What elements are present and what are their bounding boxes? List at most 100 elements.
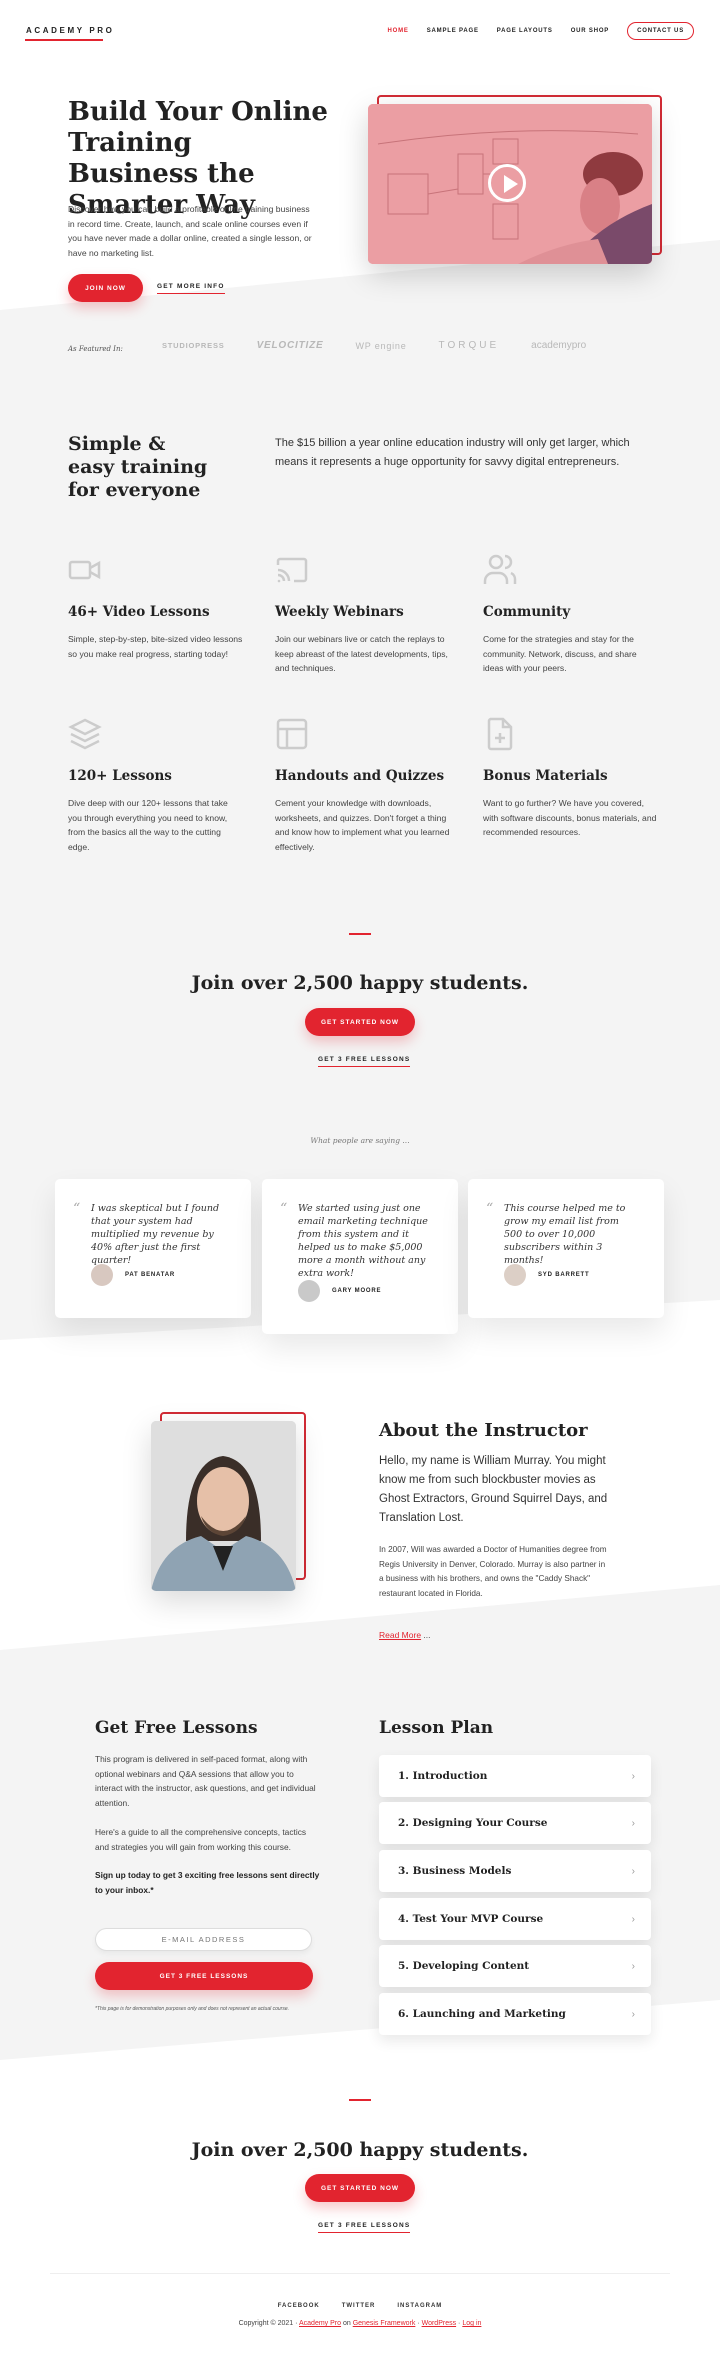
featured-label: As Featured In: [68,345,123,353]
disclaimer: *This page is for demonstration purposes… [95,2006,290,2012]
contact-us-button[interactable]: CONTACT US [627,22,694,40]
copyright-prefix: Copyright © 2021 · [238,2320,299,2327]
main-nav: HOME SAMPLE PAGE PAGE LAYOUTS OUR SHOP C… [388,22,694,40]
get-free-lessons-button[interactable]: GET 3 FREE LESSONS [95,1962,313,1990]
feature-title: 120+ Lessons [68,768,172,784]
lesson-label: 5. Developing Content [398,1960,530,1972]
site-logo[interactable]: ACADEMY PRO [26,26,114,35]
feature-text: Dive deep with our 120+ lessons that tak… [68,798,228,852]
testimonial-card: “ We started using just one email market… [262,1179,458,1334]
instagram-link[interactable]: INSTAGRAM [397,2303,442,2309]
join-now-button[interactable]: JOIN NOW [68,274,143,302]
logo-wpengine: WP engine [355,340,407,351]
login-link[interactable]: Log in [462,2320,481,2327]
avatar [91,1264,113,1286]
feature-text: Join our webinars live or catch the repl… [275,634,448,673]
chevron-right-icon: › [631,1865,635,1877]
testimonial-quote: I was skeptical but I found that your sy… [91,1203,220,1266]
free-lessons-p1: This program is delivered in self-paced … [95,1754,316,1809]
chevron-right-icon: › [631,1770,635,1782]
testimonial-quote: This course helped me to grow my email l… [504,1203,626,1266]
lesson-label: 3. Business Models [398,1865,512,1877]
email-input[interactable] [95,1928,312,1951]
intro-title: Simple & easy training for everyone [68,433,208,501]
avatar [298,1280,320,1302]
instructor-photo [151,1421,296,1591]
nav-our-shop[interactable]: OUR SHOP [571,28,609,34]
lesson-item[interactable]: 6. Launching and Marketing › [379,1993,651,2035]
play-icon[interactable] [488,164,526,202]
lesson-item[interactable]: 1. Introduction › [379,1755,651,1797]
lesson-label: 1. Introduction [398,1770,488,1782]
lesson-item[interactable]: 5. Developing Content › [379,1945,651,1987]
feature-title: Bonus Materials [483,768,608,784]
get-more-info-link[interactable]: GET MORE INFO [157,283,225,294]
lesson-item[interactable]: 3. Business Models › [379,1850,651,1892]
section-divider [349,2099,371,2101]
nav-home[interactable]: HOME [388,28,409,34]
logo-velocitize: VELOCITIZE [256,340,324,351]
testimonial-name: PAT BENATAR [125,1272,176,1278]
feature-text: Come for the strategies and stay for the… [483,634,637,673]
free-lessons-link[interactable]: GET 3 FREE LESSONS [318,1056,411,1067]
read-more: Read More ... [379,1630,431,1640]
feature-handouts: Handouts and Quizzes Cement your knowled… [275,717,450,854]
nav-sample-page[interactable]: SAMPLE PAGE [427,28,479,34]
copyright-on: on [341,2320,353,2327]
intro-text: The $15 billion a year online education … [275,437,630,468]
free-lessons-p2: Here's a guide to all the comprehensive … [95,1826,307,1852]
instructor-portrait [151,1421,296,1591]
section-divider [349,933,371,935]
read-more-link[interactable]: Read More [379,1630,421,1640]
featured-logos: STUDIOPRESS VELOCITIZE WP engine TORQUE … [162,340,586,351]
wordpress-link[interactable]: WordPress [422,2320,457,2327]
free-lessons-link[interactable]: GET 3 FREE LESSONS [318,2222,411,2233]
feature-text: Cement your knowledge with downloads, wo… [275,798,450,852]
feature-text: Simple, step-by-step, bite-sized video l… [68,634,243,659]
file-plus-icon [487,717,513,751]
copyright: Copyright © 2021 · Academy Pro on Genesi… [0,2320,720,2327]
about-text: In 2007, Will was awarded a Doctor of Hu… [379,1545,607,1598]
logo-academypro: academypro [531,340,587,351]
get-started-button[interactable]: GET STARTED NOW [305,1008,415,1036]
chevron-right-icon: › [631,2008,635,2020]
nav-page-layouts[interactable]: PAGE LAYOUTS [497,28,553,34]
users-icon [483,554,517,584]
testimonial-name: SYD BARRETT [538,1272,590,1278]
about-lead: Hello, my name is William Murray. You mi… [379,1455,608,1524]
cta-title: Join over 2,500 happy students. [191,972,529,994]
feature-title: Handouts and Quizzes [275,768,445,784]
testimonial-quote: We started using just one email marketin… [298,1203,428,1279]
free-lessons-title: Get Free Lessons [95,1718,258,1738]
feature-webinars: Weekly Webinars Join our webinars live o… [275,553,450,676]
chevron-right-icon: › [631,1913,635,1925]
quote-icon: “ [486,1201,494,1217]
about-title: About the Instructor [379,1420,588,1441]
social-links: FACEBOOK TWITTER INSTAGRAM [0,2303,720,2309]
feature-title: Community [483,604,571,620]
lesson-item[interactable]: 2. Designing Your Course › [379,1802,651,1844]
hero-description: Discover how you can build a profitable … [68,204,312,258]
testimonial-name: GARY MOORE [332,1288,382,1294]
get-started-button[interactable]: GET STARTED NOW [305,2174,415,2202]
testimonial-card: “ This course helped me to grow my email… [468,1179,664,1318]
feature-video-lessons: 46+ Video Lessons Simple, step-by-step, … [68,553,243,661]
read-more-ellipsis: ... [421,1630,431,1640]
feature-text: Want to go further? We have you covered,… [483,798,657,837]
site-link[interactable]: Academy Pro [299,2320,341,2327]
logo-studiopress: STUDIOPRESS [162,341,225,350]
avatar [504,1264,526,1286]
feature-lessons: 120+ Lessons Dive deep with our 120+ les… [68,717,243,854]
testimonials-heading: What people are saying ... [310,1136,410,1145]
genesis-link[interactable]: Genesis Framework [353,2320,416,2327]
cta-title: Join over 2,500 happy students. [191,2139,529,2161]
facebook-link[interactable]: FACEBOOK [278,2303,320,2309]
chevron-right-icon: › [631,1817,635,1829]
feature-bonus: Bonus Materials Want to go further? We h… [483,717,658,840]
twitter-link[interactable]: TWITTER [342,2303,376,2309]
lesson-item[interactable]: 4. Test Your MVP Course › [379,1898,651,1940]
quote-icon: “ [280,1201,288,1217]
video-icon [68,560,101,580]
layout-icon [276,718,308,750]
chevron-right-icon: › [631,1960,635,1972]
